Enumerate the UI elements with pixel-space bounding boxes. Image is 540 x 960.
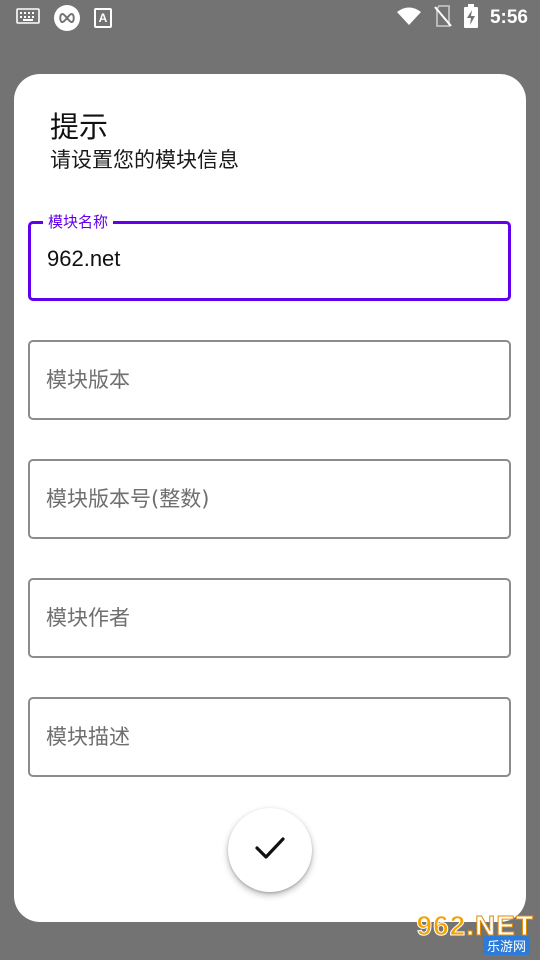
module-version-placeholder: 模块版本	[46, 368, 130, 392]
module-description-placeholder: 模块描述	[46, 725, 130, 749]
wifi-icon	[396, 6, 422, 30]
module-version-code-placeholder: 模块版本号(整数)	[46, 487, 210, 511]
a-box-icon: A	[94, 8, 112, 28]
site-watermark: 962.NET 乐游网	[400, 910, 536, 956]
watermark-subtitle: 乐游网	[482, 936, 530, 955]
check-icon	[255, 836, 285, 864]
module-name-label: 模块名称	[43, 211, 114, 232]
dialog-message: 请设置您的模块信息	[50, 148, 239, 172]
confirm-button[interactable]	[228, 808, 312, 892]
module-author-field[interactable]: 模块作者	[28, 578, 511, 658]
module-name-field[interactable]: 模块名称 962.net	[28, 211, 511, 301]
module-description-field[interactable]: 模块描述	[28, 697, 511, 777]
module-info-dialog: 提示 请设置您的模块信息 模块名称 962.net 模块版本 模块版本号(整数)…	[14, 74, 526, 922]
module-version-field[interactable]: 模块版本	[28, 340, 511, 420]
module-author-placeholder: 模块作者	[46, 606, 130, 630]
module-name-value[interactable]: 962.net	[47, 246, 120, 272]
status-bar-right: 5:56	[396, 4, 528, 32]
infinity-icon	[54, 5, 80, 31]
status-bar-left: A	[16, 5, 112, 31]
no-sim-icon	[434, 5, 452, 31]
dialog-title: 提示	[50, 110, 109, 144]
clock: 5:56	[489, 7, 528, 28]
battery-charging-icon	[463, 4, 478, 32]
status-bar: A 5:56	[0, 0, 540, 36]
keyboard-icon	[16, 8, 40, 28]
module-version-code-field[interactable]: 模块版本号(整数)	[28, 459, 511, 539]
